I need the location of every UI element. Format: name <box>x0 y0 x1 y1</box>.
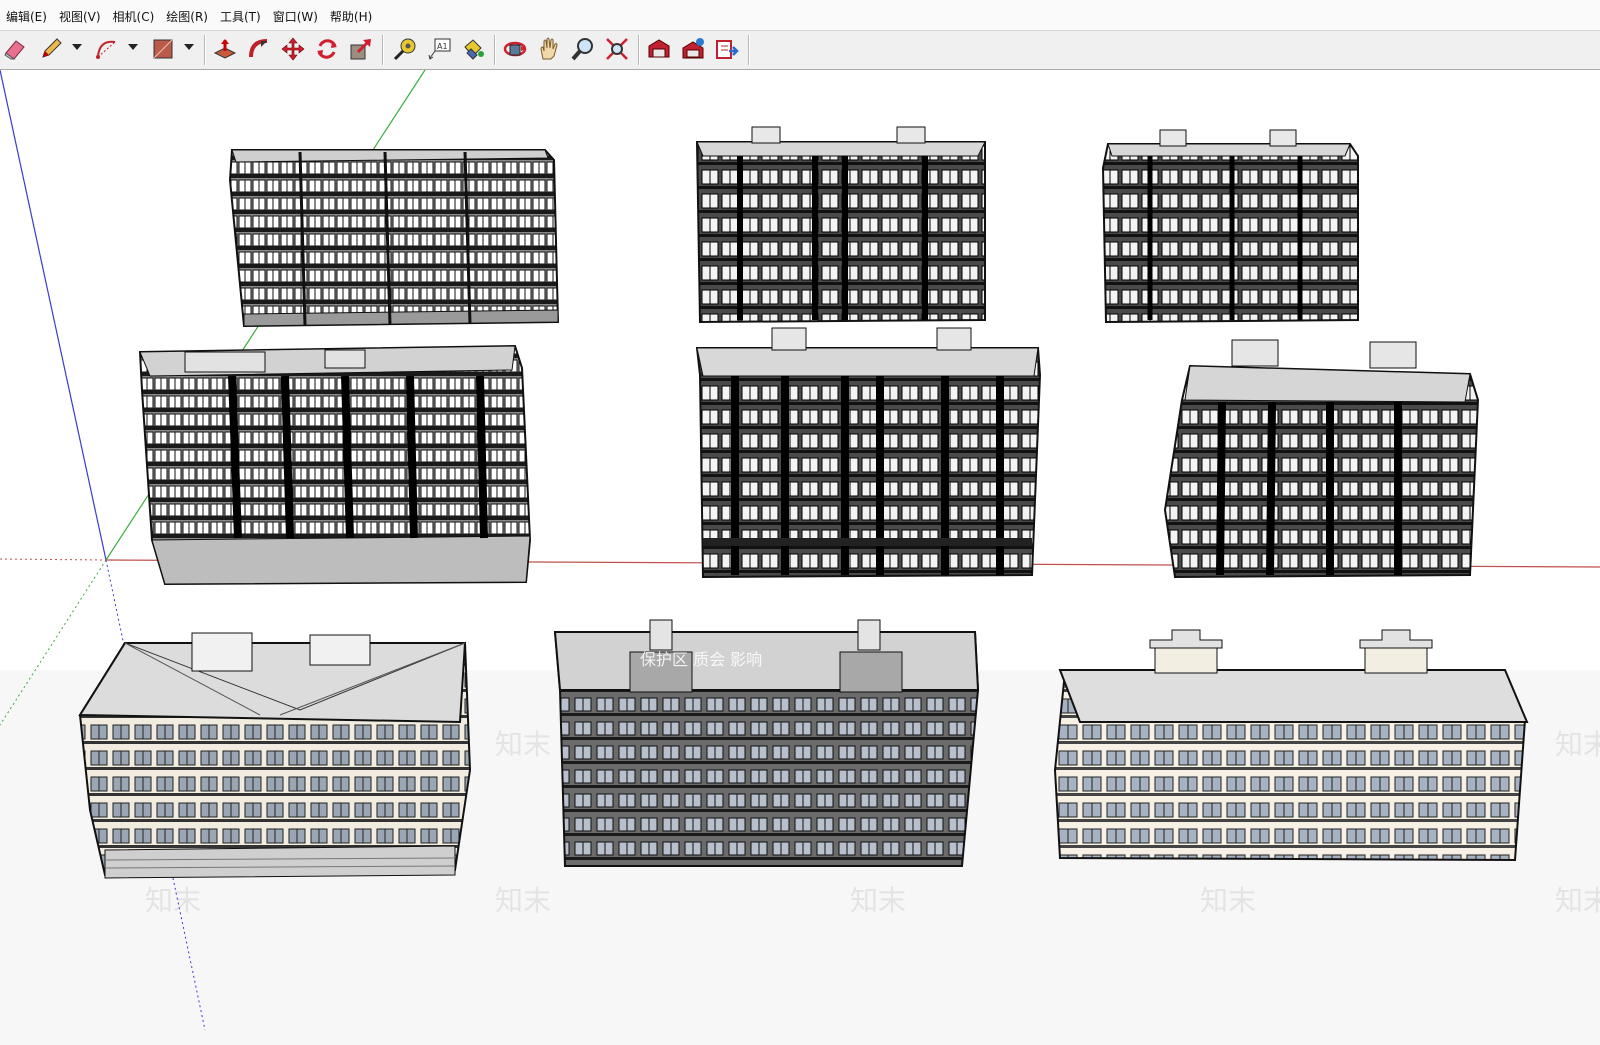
move-icon[interactable] <box>280 36 306 62</box>
menu-help[interactable]: 帮助(H) <box>326 5 380 29</box>
blue-axis <box>0 70 107 561</box>
scale-icon[interactable] <box>348 36 374 62</box>
svg-text:知末: 知末 <box>495 884 551 917</box>
scene-canvas: 知末 知末 知末 知末 知末 知末 知末 保护区 质会 影响 <box>0 70 1600 1045</box>
toolbar-separator <box>204 35 206 65</box>
orbit-icon[interactable] <box>502 36 528 62</box>
pan-icon[interactable] <box>536 36 562 62</box>
building-2[interactable] <box>695 126 986 324</box>
eraser-icon[interactable] <box>2 36 28 62</box>
svg-text:知末: 知末 <box>1555 728 1600 761</box>
menu-window[interactable]: 窗口(W) <box>269 5 326 29</box>
building-3[interactable] <box>1101 129 1359 324</box>
toolbar-separator <box>494 35 496 65</box>
svg-text:知末: 知末 <box>1555 884 1600 917</box>
tape-measure-icon[interactable] <box>392 36 418 62</box>
toolbar-separator <box>748 35 750 65</box>
svg-text:知末: 知末 <box>145 884 201 917</box>
building-5[interactable] <box>695 327 1042 579</box>
pencil-icon[interactable] <box>38 36 64 62</box>
paint-bucket-icon[interactable] <box>460 36 486 62</box>
toolbar: A1 <box>0 30 1600 70</box>
text-icon[interactable]: A1 <box>426 36 452 62</box>
modeling-viewport[interactable]: 知末 知末 知末 知末 知末 知末 知末 保护区 质会 影响 <box>0 70 1600 1045</box>
extension-warehouse-icon[interactable] <box>680 36 706 62</box>
zoom-extents-icon[interactable] <box>604 36 630 62</box>
send-to-layout-icon[interactable] <box>714 36 740 62</box>
red-axis-negative <box>0 558 107 561</box>
building-9[interactable] <box>1053 629 1529 862</box>
rotate-icon[interactable] <box>314 36 340 62</box>
zoom-icon[interactable] <box>570 36 596 62</box>
toolbar-separator <box>638 35 640 65</box>
warehouse-icon[interactable] <box>646 36 672 62</box>
arc-dropdown-icon[interactable] <box>128 44 138 50</box>
push-pull-icon[interactable] <box>212 36 238 62</box>
menu-bar: 编辑(E) 视图(V) 相机(C) 绘图(R) 工具(T) 窗口(W) 帮助(H… <box>0 0 1600 30</box>
rectangle-icon[interactable] <box>150 36 176 62</box>
overlay-text: 保护区 质会 影响 <box>640 650 762 669</box>
rectangle-dropdown-icon[interactable] <box>184 44 194 50</box>
svg-text:知末: 知末 <box>1200 884 1256 917</box>
follow-me-icon[interactable] <box>246 36 272 62</box>
svg-text:知末: 知末 <box>495 728 551 761</box>
svg-text:知末: 知末 <box>850 884 906 917</box>
building-1[interactable] <box>228 149 560 328</box>
building-7[interactable] <box>78 632 472 879</box>
menu-edit[interactable]: 编辑(E) <box>2 5 55 29</box>
arc-icon[interactable] <box>94 36 120 62</box>
building-6[interactable] <box>1163 339 1480 579</box>
menu-tools[interactable]: 工具(T) <box>216 5 269 29</box>
building-4[interactable] <box>138 344 532 586</box>
building-8[interactable]: 保护区 质会 影响 <box>553 619 980 867</box>
svg-text:A1: A1 <box>437 42 448 51</box>
menu-view[interactable]: 视图(V) <box>55 5 109 29</box>
toolbar-separator <box>382 35 384 65</box>
menu-draw[interactable]: 绘图(R) <box>162 5 216 29</box>
menu-camera[interactable]: 相机(C) <box>109 5 163 29</box>
pencil-dropdown-icon[interactable] <box>72 44 82 50</box>
